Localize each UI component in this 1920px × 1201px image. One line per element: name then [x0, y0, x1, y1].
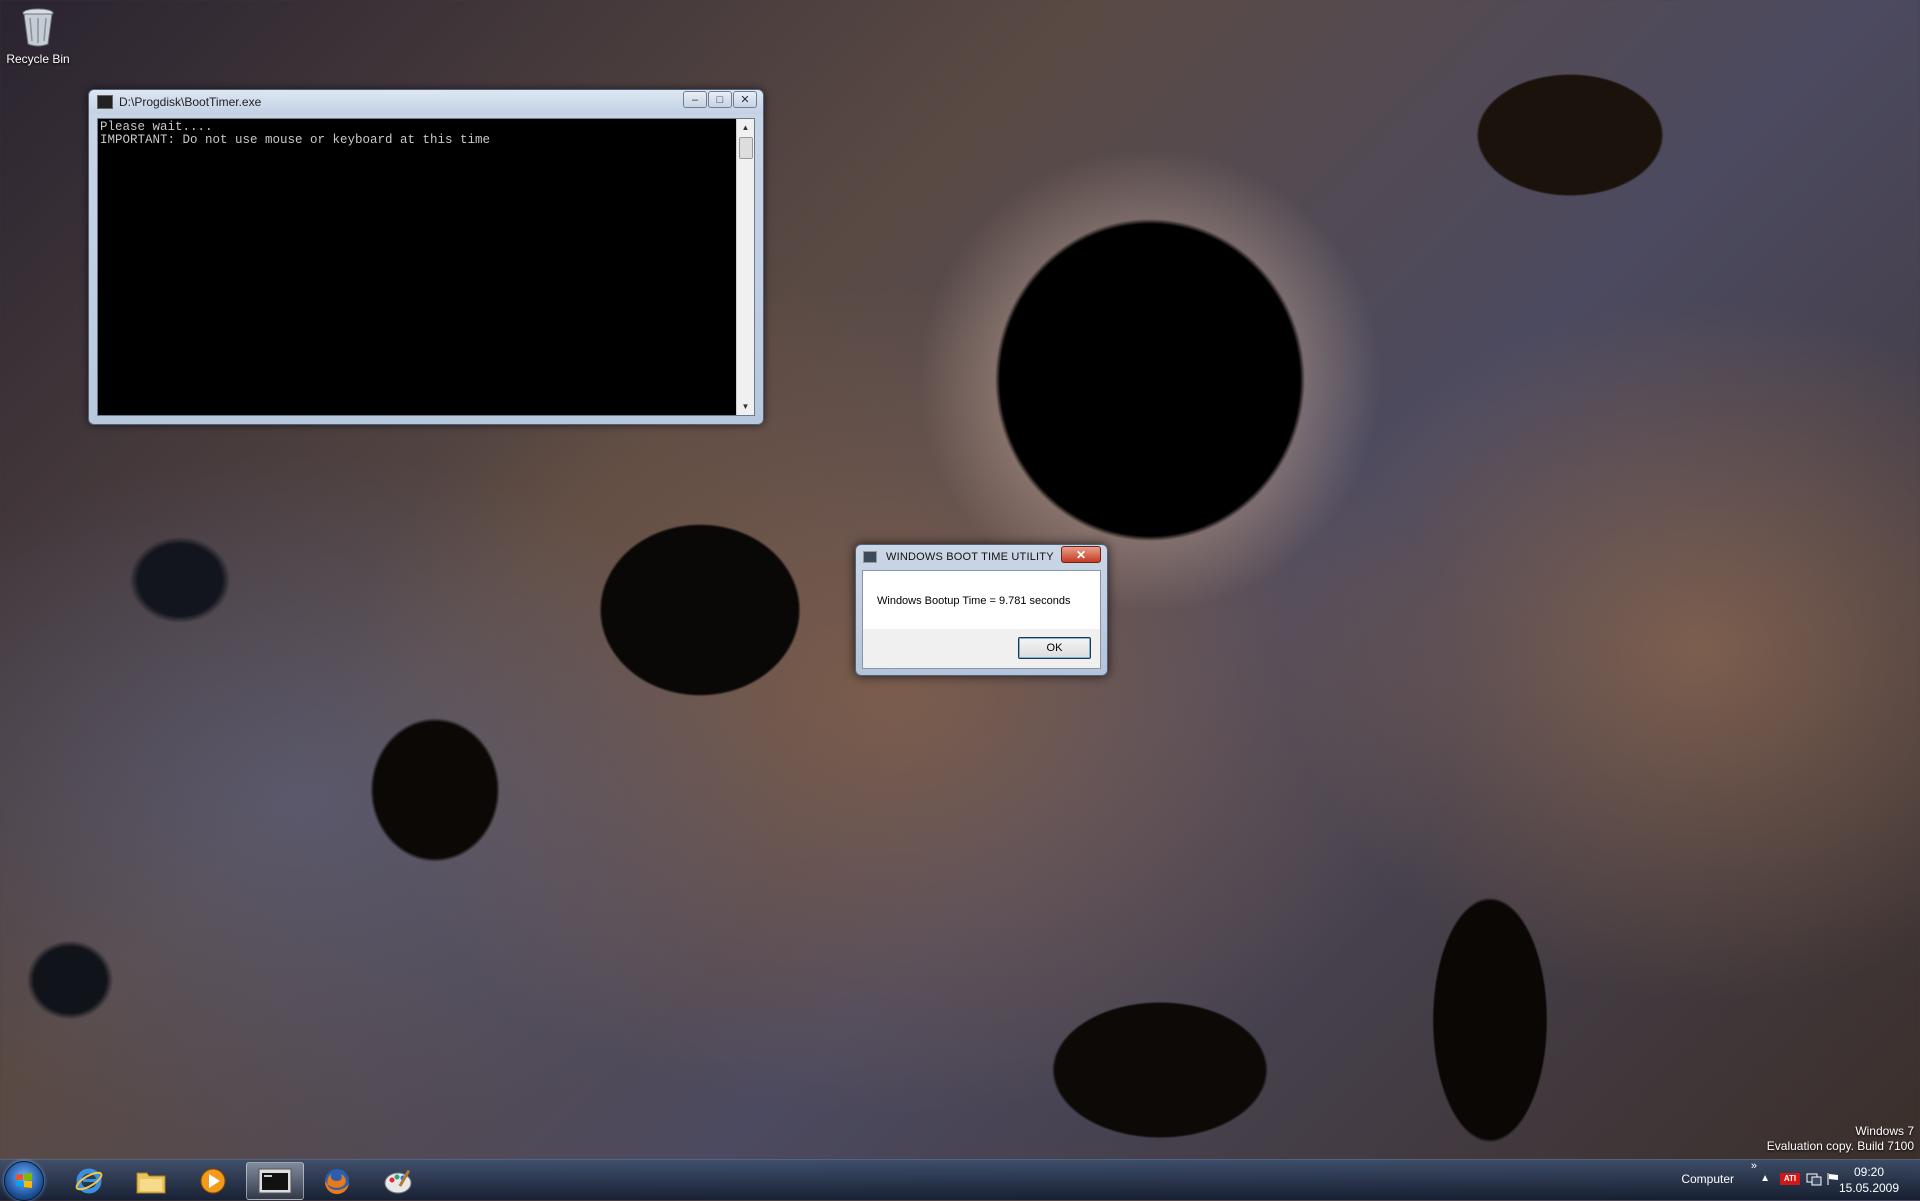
dialog-message-area: Windows Bootup Time = 9.781 seconds — [863, 571, 1100, 629]
clock[interactable]: 09:20 15.05.2009 — [1834, 1164, 1904, 1196]
ati-tray-icon[interactable]: ATI — [1780, 1173, 1800, 1185]
close-button[interactable]: ✕ — [733, 91, 757, 108]
console-icon — [97, 95, 113, 109]
clock-date: 15.05.2009 — [1838, 1181, 1900, 1195]
dialog-titlebar[interactable]: WINDOWS BOOT TIME UTILITY ✕ — [856, 545, 1107, 569]
console-title: D:\Progdisk\BootTimer.exe — [119, 95, 262, 109]
toolbar-computer-label[interactable]: Computer — [1681, 1172, 1734, 1186]
scroll-down-icon[interactable]: ▼ — [737, 398, 754, 415]
folder-icon — [136, 1172, 166, 1194]
taskbar-firefox[interactable] — [308, 1162, 366, 1200]
console-titlebar[interactable]: D:\Progdisk\BootTimer.exe – □ ✕ — [89, 90, 763, 114]
scroll-thumb[interactable] — [739, 137, 753, 159]
watermark-line-2: Evaluation copy. Build 7100 — [1766, 1139, 1914, 1153]
console-line: IMPORTANT: Do not use mouse or keyboard … — [100, 133, 491, 147]
dialog-title: WINDOWS BOOT TIME UTILITY — [886, 551, 1054, 563]
dialog-close-button[interactable]: ✕ — [1061, 546, 1101, 563]
caption-buttons: – □ ✕ — [682, 91, 757, 108]
maximize-button[interactable]: □ — [708, 91, 732, 108]
dialog-app-icon — [863, 551, 877, 563]
taskbar-internet-explorer[interactable] — [60, 1162, 118, 1200]
recycle-bin-icon — [20, 6, 56, 48]
taskbar-paint[interactable] — [370, 1162, 428, 1200]
taskbar-media-player[interactable] — [184, 1162, 242, 1200]
dialog-body: Windows Bootup Time = 9.781 seconds OK — [862, 570, 1101, 669]
console-output[interactable]: Please wait.... IMPORTANT: Do not use mou… — [97, 118, 755, 416]
console-window[interactable]: D:\Progdisk\BootTimer.exe – □ ✕ Please w… — [88, 89, 764, 425]
toolbar-chevron-icon[interactable]: » — [1751, 1160, 1757, 1172]
paint-icon — [384, 1169, 412, 1194]
dialog-message: Windows Bootup Time = 9.781 seconds — [877, 595, 1071, 607]
start-button[interactable] — [4, 1161, 44, 1201]
recycle-bin-label: Recycle Bin — [6, 52, 70, 66]
console-text: Please wait.... IMPORTANT: Do not use mou… — [100, 121, 732, 147]
console-icon — [258, 1168, 292, 1194]
ok-button[interactable]: OK — [1018, 637, 1091, 659]
ie-icon — [75, 1168, 103, 1194]
firefox-icon — [324, 1169, 349, 1195]
desktop-icon-recycle-bin[interactable]: Recycle Bin — [6, 6, 70, 66]
clock-time: 09:20 — [1853, 1165, 1885, 1179]
boot-time-dialog[interactable]: WINDOWS BOOT TIME UTILITY ✕ Windows Boot… — [855, 544, 1108, 676]
show-hidden-icons-icon[interactable]: ▲ — [1760, 1173, 1770, 1184]
system-tray: Computer » ▲ ATI 09:20 15.05.2009 — [1660, 1160, 1920, 1200]
watermark-line-1: Windows 7 — [1855, 1124, 1914, 1138]
taskbar-boottimer[interactable] — [246, 1162, 304, 1200]
minimize-button[interactable]: – — [683, 91, 707, 108]
windows-logo-icon — [16, 1173, 32, 1188]
media-player-icon — [200, 1168, 226, 1194]
console-scrollbar[interactable]: ▲ ▼ — [736, 119, 754, 415]
windows-watermark: Windows 7 Evaluation copy. Build 7100 — [1767, 1124, 1914, 1154]
scroll-up-icon[interactable]: ▲ — [737, 119, 754, 136]
taskbar-explorer[interactable] — [122, 1162, 180, 1200]
network-icon[interactable] — [1806, 1172, 1822, 1186]
taskbar: Computer » ▲ ATI 09:20 15.05.2009 — [0, 1159, 1920, 1201]
